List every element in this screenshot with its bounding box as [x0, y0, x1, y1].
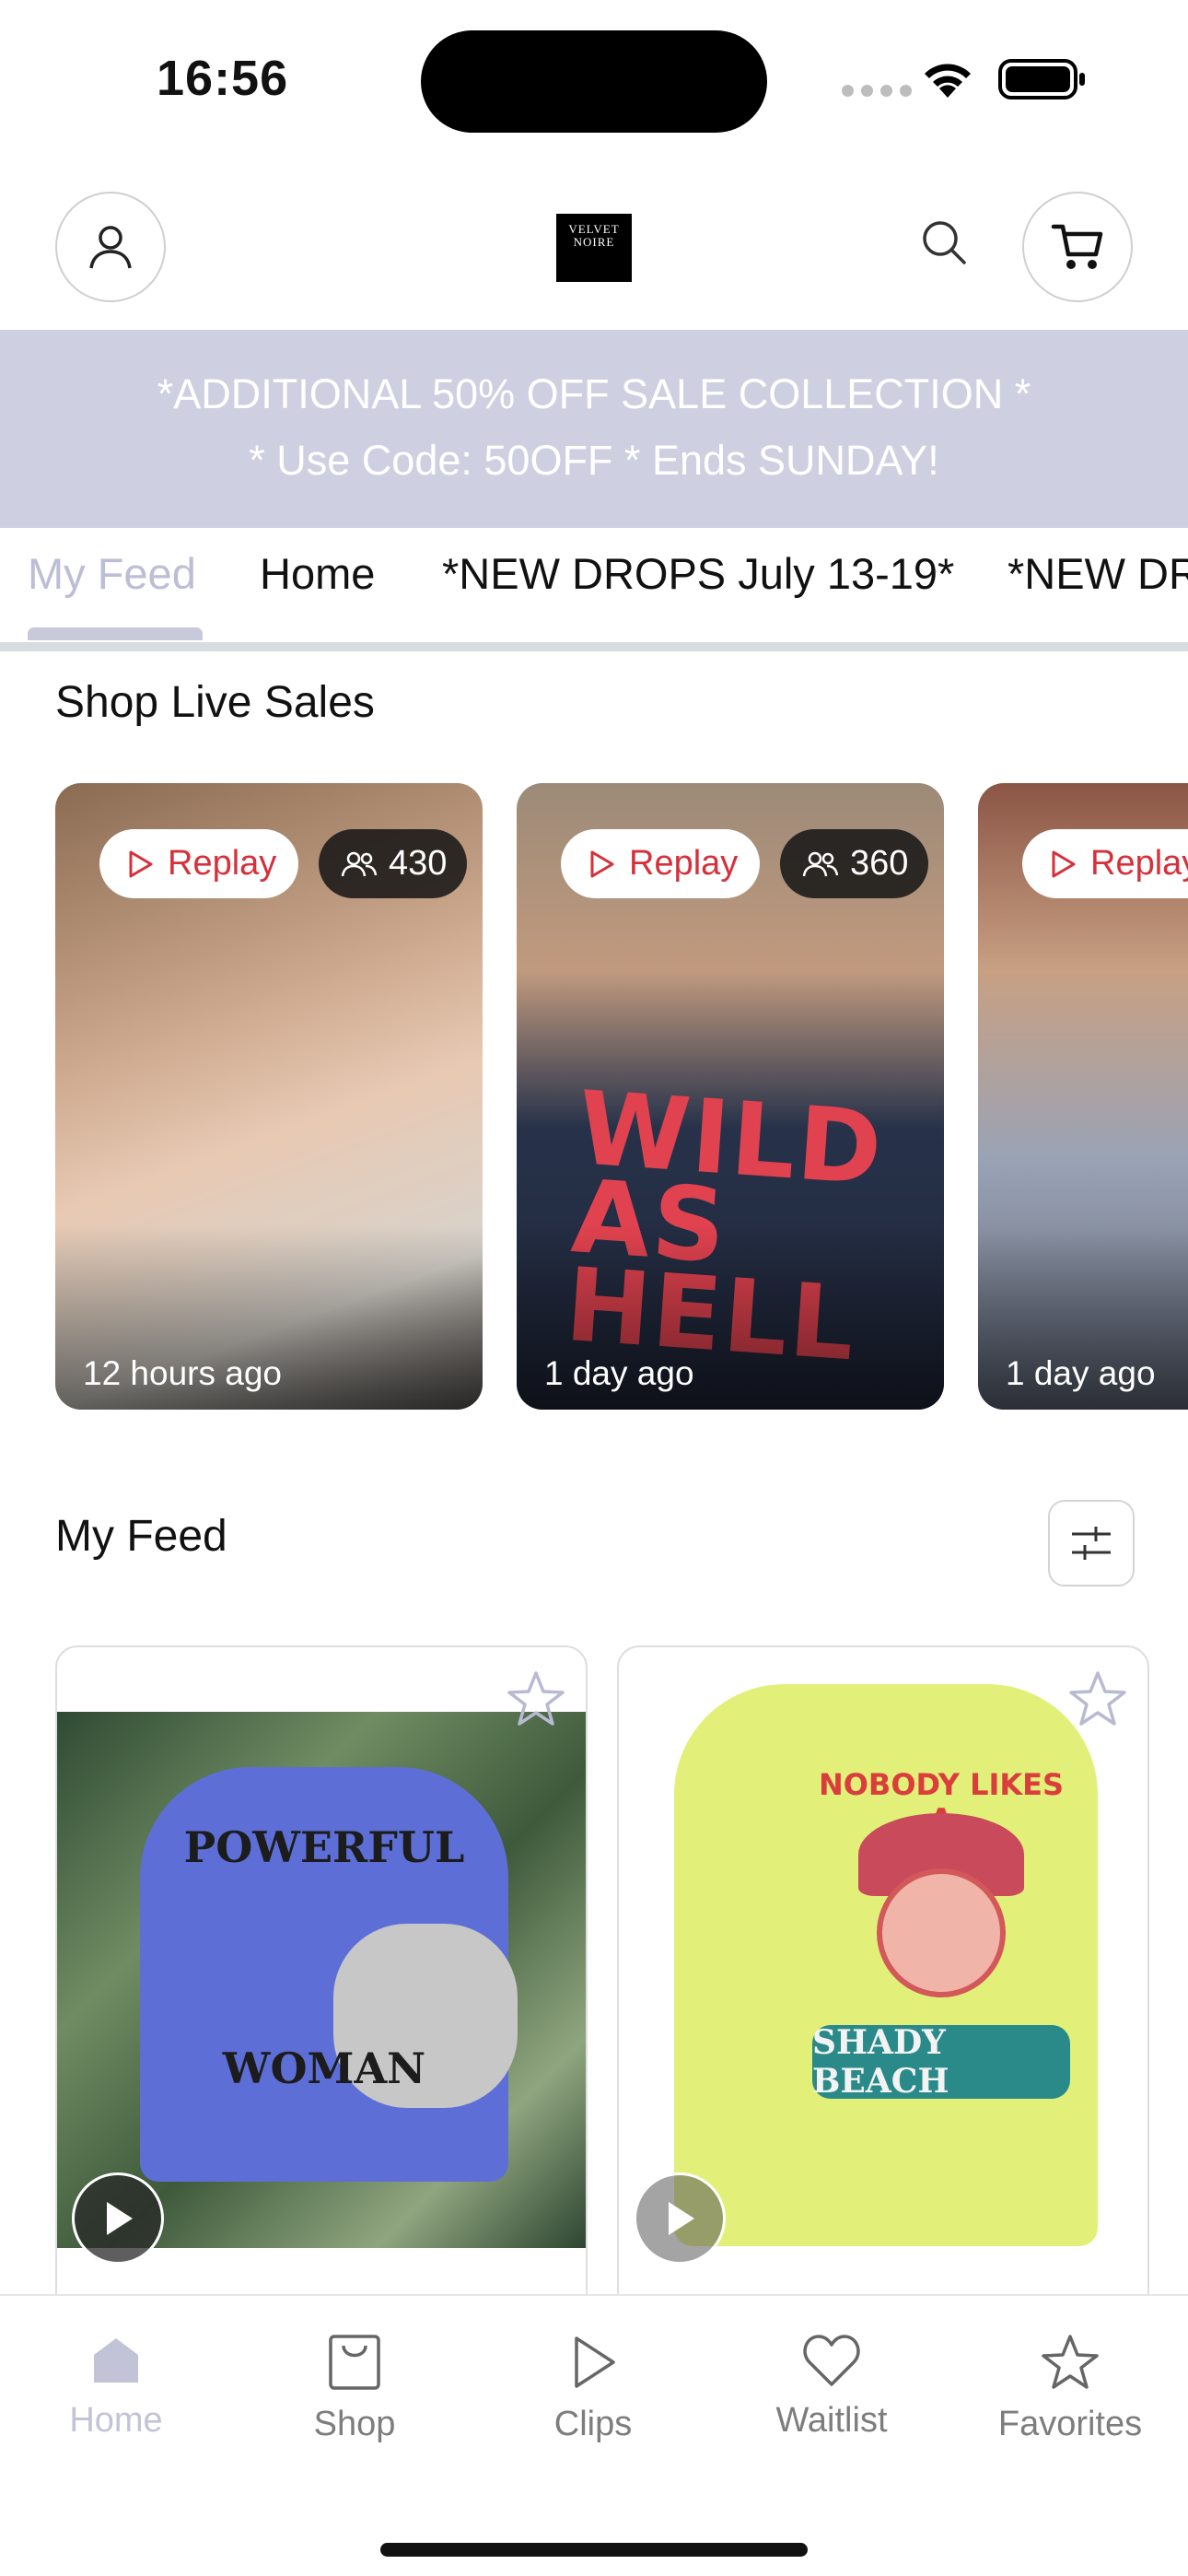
replay-badge[interactable]: Replay	[1022, 829, 1188, 898]
product-image: POWERFUL WOMAN	[57, 1712, 586, 2248]
store-logo[interactable]: VELVET NOIRE	[556, 214, 632, 282]
nav-waitlist-label: Waitlist	[775, 2401, 888, 2440]
promo-line-2: * Use Code: 50OFF * Ends SUNDAY!	[249, 437, 939, 484]
heart-icon	[803, 2335, 860, 2386]
live-sale-card[interactable]: WILD AS HELL Replay 360 1 day ago	[517, 783, 944, 1410]
viewers-badge: 430	[319, 829, 468, 898]
nav-shop-label: Shop	[313, 2405, 396, 2443]
nav-shop[interactable]: Shop	[253, 2333, 456, 2444]
nav-home-label: Home	[69, 2401, 163, 2440]
app-screen: 16:56 VELVET NOIRE *ADDITIONAL 50% OFF S…	[0, 0, 1188, 2576]
live-sales-title: Shop Live Sales	[55, 678, 375, 727]
play-outline-icon	[129, 850, 153, 877]
shirt-text-bottom: WOMAN	[222, 2043, 426, 2093]
play-icon	[575, 2336, 615, 2388]
replay-badge[interactable]: Replay	[99, 829, 299, 898]
cellular-signal-icon	[842, 85, 912, 97]
shirt-text-top: POWERFUL	[183, 1822, 465, 1872]
promo-banner[interactable]: *ADDITIONAL 50% OFF SALE COLLECTION * * …	[0, 330, 1188, 528]
filter-button[interactable]	[1048, 1500, 1135, 1587]
search-button[interactable]	[916, 215, 972, 270]
favorite-button[interactable]	[1065, 1666, 1131, 1732]
star-icon	[507, 1671, 565, 1726]
viewers-icon	[341, 851, 378, 876]
cart-icon	[1051, 224, 1103, 269]
home-icon	[94, 2338, 138, 2383]
status-bar: 16:56	[0, 0, 1188, 157]
dynamic-island	[421, 30, 767, 133]
nav-waitlist[interactable]: Waitlist	[730, 2333, 933, 2441]
nav-favorites-label: Favorites	[997, 2405, 1143, 2443]
profile-button[interactable]	[55, 192, 166, 302]
replay-badge[interactable]: Replay	[561, 829, 761, 898]
tab-new-drops-next[interactable]: *NEW DROPS	[1007, 548, 1188, 599]
promo-line-1: *ADDITIONAL 50% OFF SALE COLLECTION *	[157, 370, 1031, 417]
play-outline-icon	[590, 850, 614, 877]
tab-new-drops-july[interactable]: *NEW DROPS July 13-19*	[442, 548, 954, 599]
replay-label: Replay	[168, 844, 277, 883]
viewer-count: 360	[850, 844, 909, 883]
live-sale-card[interactable]: Replay 1 day ago	[978, 783, 1188, 1410]
viewer-count: 430	[389, 844, 448, 883]
video-play-button[interactable]	[634, 2172, 726, 2265]
star-icon	[1042, 2335, 1099, 2389]
nav-clips[interactable]: Clips	[492, 2333, 694, 2444]
user-icon	[89, 226, 132, 269]
app-header: VELVET NOIRE	[0, 157, 1188, 330]
battery-icon	[998, 59, 1085, 100]
nav-clips-label: Clips	[553, 2405, 633, 2443]
tabs-divider	[0, 642, 1188, 651]
card-time: 1 day ago	[1006, 1354, 1156, 1392]
nav-home[interactable]: Home	[15, 2333, 217, 2441]
wifi-icon	[925, 64, 971, 98]
product-card[interactable]: NOBODY LIKES A SHADY BEACH	[617, 1645, 1149, 2346]
replay-label: Replay	[629, 844, 739, 883]
product-card[interactable]: POWERFUL WOMAN	[55, 1645, 588, 2346]
card-time: 1 day ago	[544, 1354, 694, 1392]
play-outline-icon	[1052, 850, 1076, 877]
viewers-badge: 360	[780, 829, 929, 898]
active-tab-indicator	[28, 627, 203, 640]
sweatshirt-graphic: POWERFUL WOMAN	[140, 1767, 518, 2182]
star-icon	[1069, 1671, 1126, 1726]
card-time: 12 hours ago	[83, 1354, 283, 1392]
category-tabs: My Feed Home *NEW DROPS July 13-19* *NEW…	[0, 528, 1188, 657]
shirt-text-bottom: SHADY BEACH	[812, 2023, 1070, 2101]
viewers-icon	[802, 851, 839, 876]
cart-button[interactable]	[1022, 192, 1133, 302]
tab-home[interactable]: Home	[260, 548, 375, 599]
sliders-icon	[1072, 1527, 1111, 1560]
video-play-button[interactable]	[72, 2172, 164, 2265]
replay-label: Replay	[1090, 844, 1188, 883]
skull-graphic	[877, 1868, 1006, 1997]
home-indicator[interactable]	[380, 2543, 808, 2557]
tab-my-feed[interactable]: My Feed	[28, 548, 196, 599]
play-icon	[107, 2202, 133, 2235]
logo-text: VELVET NOIRE	[568, 222, 620, 249]
sweatshirt-graphic: NOBODY LIKES A SHADY BEACH	[674, 1684, 1098, 2246]
feed-title: My Feed	[55, 1512, 227, 1561]
play-icon	[669, 2202, 694, 2235]
live-sale-card[interactable]: Replay 430 12 hours ago	[55, 783, 483, 1410]
status-time: 16:56	[157, 51, 289, 106]
search-icon	[923, 221, 966, 264]
bottom-navigation: Home Shop Clips Waitlist Favorites	[0, 2294, 1188, 2576]
nav-favorites[interactable]: Favorites	[969, 2333, 1171, 2444]
bag-icon	[329, 2335, 380, 2390]
favorite-button[interactable]	[503, 1666, 569, 1732]
